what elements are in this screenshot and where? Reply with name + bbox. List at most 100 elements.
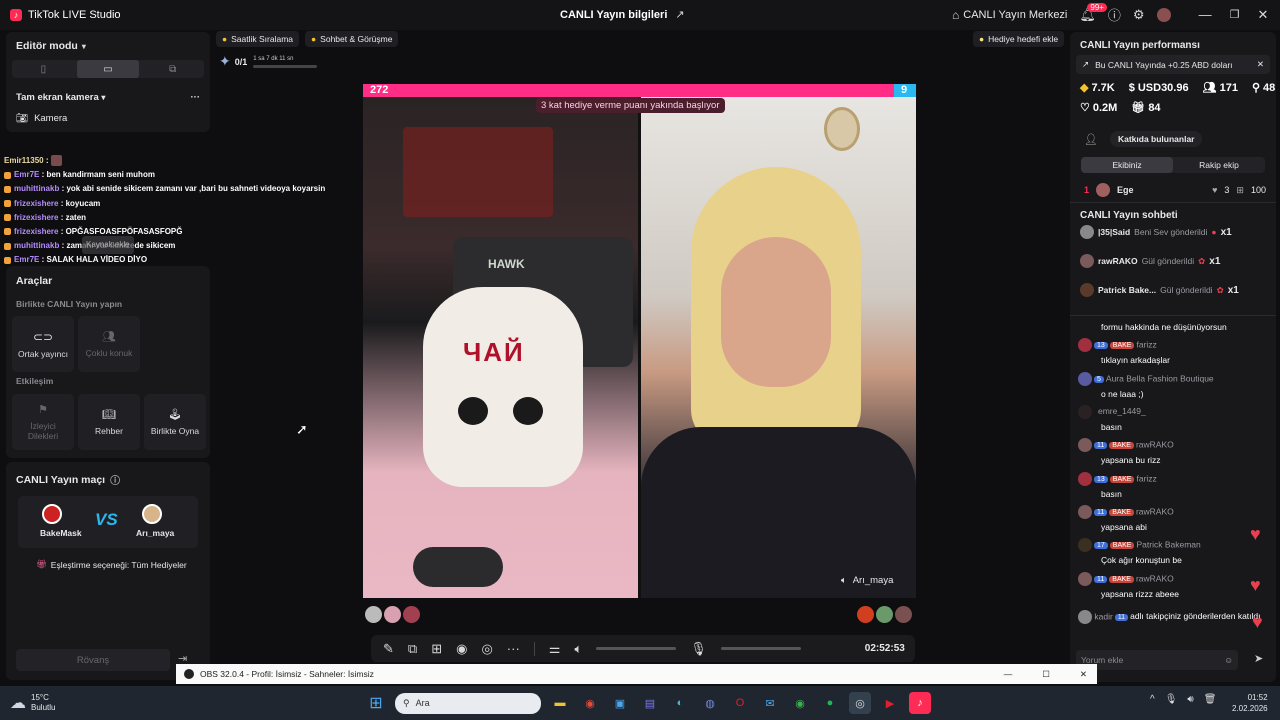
close-icon[interactable]: ✕: [1257, 7, 1268, 23]
rose-icon: ✿: [1198, 255, 1206, 266]
settings-sliders-icon[interactable]: ⚌: [549, 641, 561, 657]
close-icon[interactable]: ✕: [1080, 669, 1087, 680]
layout-icon[interactable]: ⊞: [431, 641, 442, 657]
multi-guest-button[interactable]: 👥︎ Çoklu konuk: [78, 316, 140, 372]
gift-goal-button[interactable]: ● Hediye hedefi ekle: [973, 31, 1065, 47]
more-icon[interactable]: ···: [191, 92, 201, 103]
chrome-icon[interactable]: ◉: [579, 692, 601, 714]
supporter-avatar[interactable]: [365, 606, 382, 623]
maximize-icon[interactable]: ❐: [1230, 8, 1240, 21]
play-together-button[interactable]: 🕹︎ Birlikte Oyna: [144, 394, 206, 450]
gift-icon: 🎁︎: [1131, 102, 1146, 114]
gear-icon[interactable]: ⚙: [1133, 7, 1145, 23]
mirror-shape: [824, 107, 860, 151]
request-icon: ⚑: [38, 404, 48, 416]
contributors-button[interactable]: Katkıda bulunanlar: [1109, 131, 1203, 147]
live-info-button[interactable]: CANLI Yayın bilgileri ↗: [560, 8, 685, 22]
tab-rival-team[interactable]: Rakip ekip: [1173, 157, 1265, 173]
rose-icon: ✿: [1216, 284, 1224, 295]
help-icon[interactable]: ⓘ: [110, 472, 120, 487]
start-icon[interactable]: ⊞: [365, 692, 387, 714]
mail-icon[interactable]: ✉: [759, 692, 781, 714]
minimize-icon[interactable]: —: [1004, 669, 1013, 679]
camera-source-item[interactable]: 📷︎ Kamera: [6, 103, 210, 124]
microphone-icon[interactable]: 🎙︎: [690, 641, 707, 657]
guest-video: 🔈︎ Arı_maya: [641, 97, 916, 598]
tab-your-team[interactable]: Ekibiniz: [1081, 157, 1173, 173]
trash-icon[interactable]: 🗑︎: [1204, 694, 1217, 705]
add-source-button[interactable]: Kaynak ekle: [82, 236, 134, 255]
search-icon: ⚲: [403, 697, 410, 708]
app-title: ♪ TikTok LIVE Studio: [0, 9, 121, 21]
guide-button[interactable]: 📖︎ Rehber: [78, 394, 140, 450]
effects-icon[interactable]: ✎: [383, 641, 394, 657]
hourly-ranking-tab[interactable]: ● Saatlik Sıralama: [216, 31, 300, 47]
help-icon[interactable]: ⓘ: [1108, 5, 1121, 24]
volume-slider[interactable]: [596, 647, 677, 650]
chat-call-tab[interactable]: ● Sohbet & Görüşme: [305, 31, 399, 47]
live-center-button[interactable]: ⌂ CANLI Yayın Merkezi: [952, 8, 1067, 22]
emoji-icon[interactable]: ☺: [1224, 655, 1233, 665]
viewer-requests-label: İzleyici Dilekleri: [27, 421, 59, 441]
microphone-icon[interactable]: 🎙︎: [1165, 694, 1178, 705]
player1-avatar: [42, 504, 62, 524]
clock[interactable]: 01:52 2.02.2026: [1232, 692, 1268, 714]
split-layout-button[interactable]: ⧉: [141, 60, 204, 78]
stream-controls: ✎ ⧉ ⊞ ◉ ◎ ··· ⚌ 🔈︎ 🎙︎ 02:52:53: [371, 635, 915, 662]
taskbar-search[interactable]: ⚲ Ara: [395, 692, 541, 714]
microphone-shape: [413, 547, 503, 587]
comment-input[interactable]: Yorum ekle ☺: [1076, 650, 1238, 670]
file-explorer-icon[interactable]: ▬: [549, 692, 571, 714]
speaker-icon[interactable]: 🔈︎: [841, 575, 847, 586]
match-option-row[interactable]: 🎁︎ Eşleştirme seçeneği: Tüm Hediyeler: [36, 559, 187, 570]
supporter-avatar[interactable]: [876, 606, 893, 623]
record-icon[interactable]: ◉: [456, 641, 467, 657]
teams-icon[interactable]: ▤: [639, 692, 661, 714]
co-host-button[interactable]: ⊂⊃ Ortak yayıncı: [12, 316, 74, 372]
chevron-down-icon: ▾: [81, 41, 86, 51]
chrome-alt-icon[interactable]: ◉: [789, 692, 811, 714]
supporter-avatar[interactable]: [384, 606, 401, 623]
edge-icon[interactable]: ◐: [669, 692, 691, 714]
obs-icon[interactable]: ◎: [849, 692, 871, 714]
camera-section-header[interactable]: Tam ekran kamera ▾ ···: [6, 78, 210, 103]
chat-call-label: Sohbet & Görüşme: [320, 34, 393, 44]
bell-icon[interactable]: 🔔︎ 99+: [1079, 2, 1107, 23]
minimize-icon[interactable]: —: [1199, 7, 1212, 22]
supporter-avatar[interactable]: [895, 606, 912, 623]
gift-icon: 🎁︎: [36, 559, 47, 569]
store-icon[interactable]: ▣: [609, 692, 631, 714]
tiktok-icon[interactable]: ♪: [909, 692, 931, 714]
youtube-icon[interactable]: ▶: [879, 692, 901, 714]
editor-mode-dropdown[interactable]: Editör modu ▾: [6, 32, 210, 60]
gift-user: Patrick Bake...: [1098, 285, 1157, 295]
opera-icon[interactable]: O: [729, 692, 751, 714]
discord-icon[interactable]: ◍: [699, 692, 721, 714]
camera-switch-icon[interactable]: ◎: [481, 641, 492, 657]
obs-window-bar[interactable]: OBS 32.0.4 - Profil: İsimsiz - Sahneler:…: [176, 664, 1097, 684]
send-icon[interactable]: ➤: [1254, 652, 1263, 665]
add-user-icon[interactable]: 👤︎: [1084, 133, 1098, 146]
poster-shape: [403, 127, 553, 217]
heart-icon: ♥: [1212, 185, 1218, 195]
screen-add-icon[interactable]: ⧉: [408, 641, 417, 657]
close-icon[interactable]: ✕: [1257, 59, 1264, 70]
maximize-icon[interactable]: ☐: [1042, 669, 1050, 680]
volume-icon[interactable]: 🔈︎: [574, 641, 582, 657]
volume-icon[interactable]: 🔊︎: [1187, 694, 1193, 705]
supporter-avatar[interactable]: [857, 606, 874, 623]
avatar: [1096, 183, 1111, 197]
spotify-icon[interactable]: ●: [819, 692, 841, 714]
viewer-requests-button[interactable]: ⚑ İzleyici Dilekleri: [12, 394, 74, 450]
mic-slider[interactable]: [720, 647, 801, 650]
landscape-layout-button[interactable]: ▭: [76, 60, 140, 78]
share-icon[interactable]: ↗: [675, 8, 684, 21]
supporter-avatar[interactable]: [403, 606, 420, 623]
gift-count: x1: [1209, 255, 1221, 267]
more-icon[interactable]: ···: [507, 641, 520, 656]
chevron-up-icon[interactable]: ^: [1150, 694, 1155, 705]
portrait-layout-button[interactable]: ▯: [12, 60, 75, 78]
rematch-button[interactable]: Rövanş: [16, 649, 170, 671]
weather-widget[interactable]: ☁ 15°C Bulutlu: [0, 693, 180, 713]
profile-avatar[interactable]: [1156, 7, 1171, 22]
